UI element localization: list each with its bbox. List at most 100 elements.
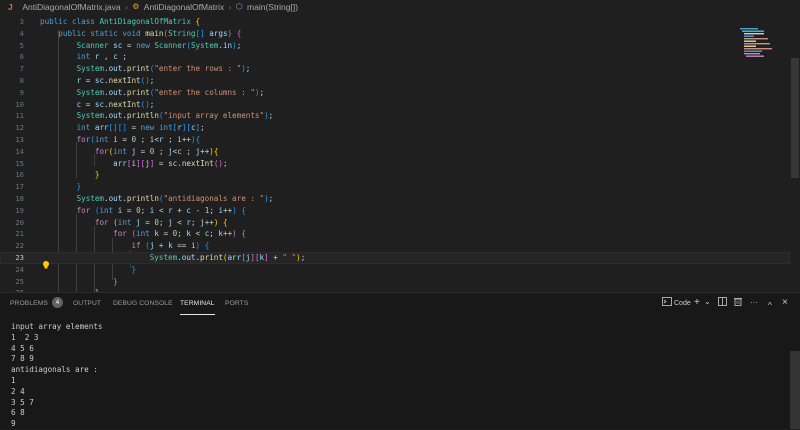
code-text: for(int i = 0 ; i<r ; i++){: [76, 135, 201, 144]
line-number: 18: [15, 194, 24, 203]
terminal-line: 6 8: [11, 408, 25, 418]
code-line[interactable]: 7 System.out.print("enter the rows : ");: [0, 63, 790, 75]
line-number: 5: [19, 40, 24, 50]
code-text: }: [131, 264, 137, 274]
line-number: 7: [19, 64, 24, 74]
code-text: for(int j = 0 ; j<c ; j++){: [94, 146, 219, 156]
code-line[interactable]: 9 System.out.print("enter the columns : …: [0, 87, 790, 99]
code-line[interactable]: 25 }: [0, 276, 790, 288]
code-text: int r , c ;: [76, 52, 127, 62]
editor-scrollbar-thumb[interactable]: [791, 58, 799, 178]
terminal-name[interactable]: Code: [674, 297, 691, 311]
line-number: 3: [19, 17, 24, 26]
code-line[interactable]: 21 for (int k = 0; k < c; k++) {: [0, 228, 790, 240]
line-number: 16: [15, 170, 24, 180]
tab-ports[interactable]: PORTS: [225, 293, 248, 315]
terminal-line: antidiagonals are :: [11, 365, 98, 375]
code-line[interactable]: 22 if (j + k == i) {: [0, 240, 790, 252]
code-text: System.out.print("enter the columns : ")…: [76, 87, 265, 97]
close-panel-button[interactable]: ×: [782, 296, 788, 310]
terminal-line: 3 5 7: [11, 397, 34, 407]
code-line[interactable]: 18 System.out.println("antidiagonals are…: [0, 193, 790, 205]
line-number: 20: [15, 217, 24, 227]
code-text: if (j + k == i) {: [131, 241, 210, 251]
code-text: c = sc.nextInt();: [76, 99, 155, 109]
line-number: 9: [19, 87, 24, 97]
chevron-right-icon: ›: [228, 2, 232, 12]
line-number: 23: [15, 253, 24, 262]
code-line[interactable]: 3 public class AntiDiagonalOfMatrix {: [0, 16, 790, 28]
code-text: for (int i = 0; i < r + c - 1; i++) {: [76, 205, 246, 215]
line-number: 6: [19, 52, 24, 62]
class-icon: ⚙: [132, 2, 140, 11]
code-line[interactable]: 23 System.out.print(arr[j][k] + " ");: [0, 252, 790, 264]
code-line[interactable]: 8 r = sc.nextInt();: [0, 75, 790, 87]
terminal-icon: [662, 297, 672, 311]
code-text: System.out.print(arr[j][k] + " ");: [149, 253, 306, 262]
terminal-output[interactable]: input array elements 1 2 34 5 67 8 9 antid…: [11, 322, 791, 430]
line-number: 10: [15, 99, 24, 109]
code-line[interactable]: 13 for(int i = 0 ; i<r ; i++){: [0, 134, 790, 146]
line-number: 14: [15, 146, 24, 156]
terminal-scrollbar[interactable]: [790, 351, 800, 429]
code-line[interactable]: 11 System.out.println("input array eleme…: [0, 110, 790, 122]
line-number: 8: [19, 76, 24, 85]
code-text: arr[i][j] = sc.nextInt();: [113, 158, 228, 168]
maximize-panel-button[interactable]: ^: [768, 299, 772, 313]
line-number: 13: [15, 135, 24, 144]
lightbulb-icon[interactable]: [41, 260, 51, 270]
code-line[interactable]: 17 }: [0, 181, 790, 193]
terminal-line: 4 5 6: [11, 343, 34, 353]
code-text: }: [113, 276, 118, 286]
split-terminal-icon[interactable]: [718, 297, 727, 311]
terminal-line: 1: [11, 375, 16, 385]
terminal-line: 9: [11, 419, 16, 429]
terminal-line: 2 4: [11, 386, 25, 396]
code-line[interactable]: 5 Scanner sc = new Scanner(System.in);: [0, 40, 790, 52]
code-line[interactable]: 24 }: [0, 264, 790, 276]
problems-count-badge: 4: [51, 296, 63, 308]
code-line[interactable]: 12 int arr[][] = new int[r][c];: [0, 122, 790, 134]
code-text: for (int k = 0; k < c; k++) {: [113, 229, 246, 239]
tab-debug-console[interactable]: DEBUG CONSOLE: [113, 293, 173, 315]
code-line[interactable]: 4 public static void main(String[] args)…: [0, 28, 790, 40]
code-line[interactable]: 14 for(int j = 0 ; j<c ; j++){: [0, 146, 790, 158]
new-terminal-button[interactable]: +: [694, 296, 700, 310]
code-line[interactable]: 20 for (int j = 0; j < r; j++) {: [0, 217, 790, 229]
code-line[interactable]: 10 c = sc.nextInt();: [0, 99, 790, 111]
minimap[interactable]: [740, 28, 788, 58]
editor-scrollbar[interactable]: [790, 28, 800, 292]
line-number: 22: [15, 241, 24, 251]
code-line[interactable]: 15 arr[i][j] = sc.nextInt();: [0, 158, 790, 170]
tab-output[interactable]: OUTPUT: [73, 293, 101, 315]
more-actions-button[interactable]: ···: [750, 296, 758, 310]
code-text: System.out.println("input array elements…: [76, 111, 274, 121]
line-number: 12: [15, 123, 24, 133]
line-number: 11: [15, 111, 24, 121]
code-text: public class AntiDiagonalOfMatrix {: [40, 17, 201, 26]
code-line[interactable]: 19 for (int i = 0; i < r + c - 1; i++) {: [0, 205, 790, 217]
line-number: 4: [19, 28, 24, 38]
line-number: 21: [15, 229, 24, 239]
tab-problems[interactable]: PROBLEMS 4: [10, 293, 63, 315]
chevron-right-icon: ›: [125, 2, 128, 12]
terminal-line: 1 2 3: [11, 332, 39, 342]
tab-terminal[interactable]: TERMINAL: [180, 293, 215, 315]
code-text: }: [76, 182, 82, 192]
line-number: 19: [15, 205, 24, 215]
trash-icon[interactable]: [734, 297, 742, 311]
code-line[interactable]: 16 }: [0, 169, 790, 181]
breadcrumb-file[interactable]: AntiDiagonalOfMatrix.java: [22, 0, 120, 14]
code-text: for (int j = 0; j < r; j++) {: [94, 217, 228, 227]
code-text: int arr[][] = new int[r][c];: [76, 123, 205, 133]
line-number: 24: [15, 264, 24, 274]
code-text: System.out.println("antidiagonals are : …: [76, 194, 274, 203]
breadcrumb-method[interactable]: main(String[]): [247, 0, 298, 14]
code-line[interactable]: 6 int r , c ;: [0, 51, 790, 63]
method-icon: ⬡: [235, 2, 243, 11]
code-editor[interactable]: 3 public class AntiDiagonalOfMatrix { 4 pu…: [0, 14, 800, 292]
terminal-line: input array elements: [11, 322, 103, 331]
terminal-dropdown-button[interactable]: ⌄: [704, 295, 711, 309]
line-number: 25: [15, 276, 24, 286]
breadcrumb-class[interactable]: AntiDiagonalOfMatrix: [144, 0, 224, 14]
